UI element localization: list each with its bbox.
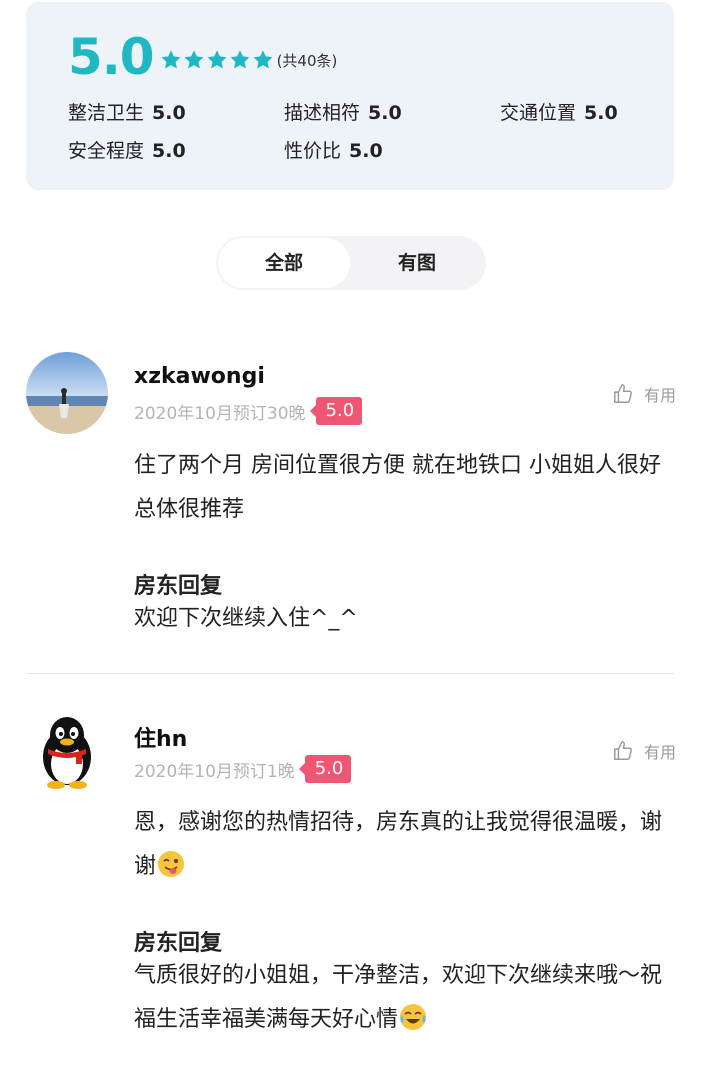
- sub-score-safety: 安全程度 5.0: [68, 136, 186, 163]
- sub-score-label: 性价比: [284, 140, 342, 162]
- review-content: 恩，感谢您的热情招待，房东真的让我觉得很温暖，谢谢: [134, 810, 663, 879]
- sub-score-accuracy: 描述相符 5.0: [284, 98, 402, 125]
- review-divider: [26, 673, 674, 674]
- star-icon: [207, 50, 227, 69]
- overall-score-line: 5.0 (共40条): [68, 28, 337, 86]
- stay-date: 2020年10月预订30晚: [134, 403, 306, 424]
- sub-score-value: 5.0: [349, 140, 383, 162]
- rating-badge: 5.0: [298, 755, 352, 783]
- star-icon: [253, 50, 273, 69]
- sub-score-value: 5.0: [152, 140, 186, 162]
- sub-score-location: 交通位置 5.0: [500, 98, 618, 125]
- star-icon: [230, 50, 250, 69]
- review-content: 住了两个月 房间位置很方便 就在地铁口 小姐姐人很好 总体很推荐: [134, 453, 661, 522]
- star-icon: [161, 50, 181, 69]
- wink-tongue-emoji-icon: [158, 851, 185, 877]
- review-count: (共40条): [276, 51, 338, 70]
- host-reply-text: 欢迎下次继续入住^_^: [134, 606, 358, 631]
- useful-label: 有用: [643, 386, 676, 405]
- tears-of-joy-emoji-icon: [400, 1004, 427, 1030]
- rating-badge: 5.0: [309, 397, 363, 425]
- star-icon: [184, 50, 204, 69]
- useful-button[interactable]: 有用: [612, 739, 676, 763]
- sub-score-value: 5.0: [152, 102, 186, 124]
- rating-summary-card: 5.0 (共40条) 整洁卫生 5.0 描述相符 5.0 交通位置 5.0 安全程度 5…: [26, 2, 674, 190]
- review-filter: 全部 有图: [216, 236, 486, 290]
- stay-date: 2020年10月预订1晚: [134, 761, 295, 782]
- avatar[interactable]: [26, 709, 108, 791]
- review-item: xzkawongi 2020年10月预订30晚 5.0 有用 住了两个月 房间位…: [26, 352, 676, 652]
- host-reply-title: 房东回复: [134, 931, 223, 956]
- host-reply-text-wrapper: 气质很好的小姐姐，干净整洁，欢迎下次继续来哦～祝福生活幸福美满每天好心情: [134, 954, 674, 1042]
- sub-score-value: 5.0: [584, 102, 618, 124]
- filter-tab-all[interactable]: 全部: [218, 238, 350, 288]
- username: 住hn: [134, 727, 188, 752]
- sub-score-value: 5.0: [368, 102, 402, 124]
- useful-button[interactable]: 有用: [612, 382, 676, 406]
- thumbs-up-icon: [614, 741, 632, 760]
- review-meta: 2020年10月预订1晚 5.0: [134, 755, 352, 783]
- review-item: 住hn 2020年10月预订1晚 5.0 有用 恩，感谢您的热情招待，房东真的让…: [26, 709, 676, 1049]
- useful-label: 有用: [643, 743, 676, 762]
- filter-tab-with-photos[interactable]: 有图: [350, 236, 484, 290]
- sub-score-label: 交通位置: [500, 102, 577, 124]
- review-meta: 2020年10月预订30晚 5.0: [134, 397, 363, 425]
- thumbs-up-icon: [614, 384, 632, 403]
- beach-avatar-image: [26, 352, 108, 434]
- username: xzkawongi: [134, 364, 265, 389]
- sub-score-label: 整洁卫生: [68, 102, 145, 124]
- sub-score-value-for-money: 性价比 5.0: [284, 136, 383, 163]
- sub-score-cleanliness: 整洁卫生 5.0: [68, 98, 186, 125]
- overall-score: 5.0: [68, 28, 155, 86]
- sub-score-label: 描述相符: [284, 102, 361, 124]
- review-content-wrapper: 恩，感谢您的热情招待，房东真的让我觉得很温暖，谢谢: [134, 801, 674, 889]
- sub-score-label: 安全程度: [68, 140, 145, 162]
- avatar[interactable]: [26, 352, 108, 434]
- star-rating: [160, 49, 275, 71]
- host-reply-title: 房东回复: [134, 574, 223, 599]
- penguin-avatar-image: [43, 717, 91, 789]
